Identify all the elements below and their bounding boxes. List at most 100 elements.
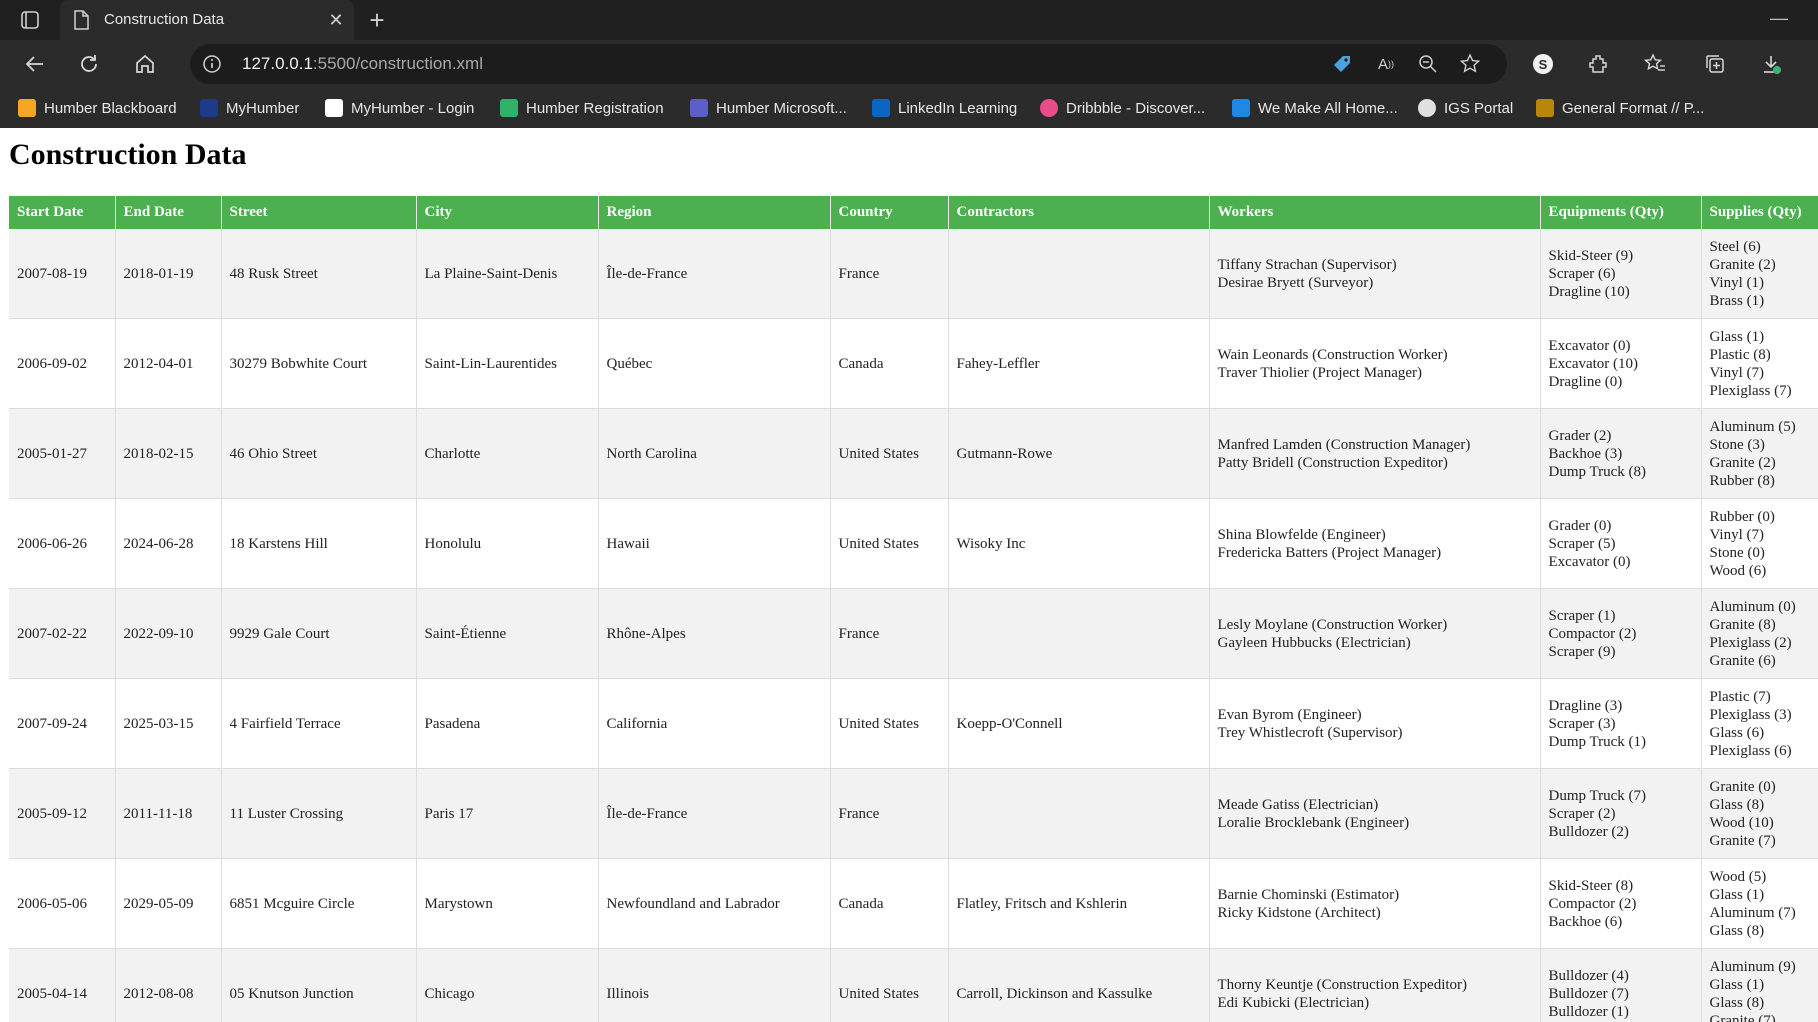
header-contractors: Contractors [948,196,1210,229]
new-tab-button[interactable]: + [362,5,392,35]
tab-active[interactable]: Construction Data ✕ [60,0,354,40]
workers-cell: Lesly Moylane (Construction Worker) Gayle… [1209,588,1541,679]
header-region: Region [598,196,831,229]
teams-favicon-icon [690,99,708,117]
bookmark-dribbble[interactable]: Dribbble - Discover... [1040,96,1205,120]
url-path: :5500/construction.xml [312,54,483,73]
info-icon[interactable] [202,54,222,74]
myhumber-favicon-icon [200,99,218,117]
equipments-item: Skid-Steer (8) [1548,877,1634,894]
contractors-cell: Gutmann-Rowe [948,408,1210,499]
start-date-cell: 2007-08-19 [9,229,116,319]
extensions-icon[interactable] [1584,49,1614,79]
equipments-item: Compactor (2) [1548,625,1637,642]
bookmark-label: MyHumber [226,99,300,117]
collections-icon[interactable] [1700,49,1730,79]
close-tab-icon[interactable]: ✕ [324,8,348,32]
tab-actions-icon[interactable] [14,6,46,34]
contractors-cell: Carroll, Dickinson and Kassulke [948,948,1210,1022]
supplies-item: Glass (1) [1709,328,1765,345]
supplies-item: Vinyl (7) [1709,364,1765,381]
equipments-item: Scraper (1) [1548,607,1616,624]
bookmark-linkedin-learning[interactable]: LinkedIn Learning [872,96,1017,120]
svg-text:S: S [1539,57,1548,72]
country-cell: United States [830,498,949,589]
supplies-item: Glass (6) [1709,724,1765,741]
street-cell: 48 Rusk Street [221,229,417,319]
home-icon[interactable] [130,49,160,79]
supplies-item: Stone (0) [1709,544,1765,561]
tab-strip: Construction Data ✕ + — [0,0,1818,40]
supplies-item: Glass (8) [1709,994,1765,1011]
contractors-cell: Koepp-O'Connell [948,678,1210,769]
end-date-cell: 2022-09-10 [115,588,222,679]
favorites-icon[interactable] [1640,49,1670,79]
country-cell: France [830,229,949,319]
bookmark-we-make-all-home[interactable]: We Make All Home... [1232,96,1398,120]
street-cell: 11 Luster Crossing [221,768,417,859]
contractors-cell [948,768,1210,859]
end-date-cell: 2018-02-15 [115,408,222,499]
refresh-icon[interactable] [74,49,104,79]
workers-cell: Evan Byrom (Engineer) Trey Whistlecroft (… [1209,678,1541,769]
city-cell: La Plaine-Saint-Denis [416,229,599,319]
supplies-item: Glass (8) [1709,922,1765,939]
equipments-item: Bulldozer (4) [1548,967,1629,984]
city-cell: Chicago [416,948,599,1022]
city-cell: Charlotte [416,408,599,499]
bookmark-myhumber[interactable]: MyHumber [200,96,299,120]
workers-item: Gayleen Hubbucks (Electrician) [1217,634,1411,651]
workers-item: Trey Whistlecroft (Supervisor) [1217,724,1403,741]
bookmark-humber-microsoft[interactable]: Humber Microsoft... [690,96,847,120]
page-icon [72,10,90,30]
bookmark-igs-portal[interactable]: IGS Portal [1418,96,1513,120]
start-date-cell: 2006-06-26 [9,498,116,589]
supplies-item: Granite (2) [1709,454,1776,471]
equipments-item: Dump Truck (1) [1548,733,1647,750]
start-date-cell: 2005-01-27 [9,408,116,499]
back-icon[interactable] [20,49,50,79]
profile-s-icon[interactable]: S [1528,49,1558,79]
address-bar[interactable]: 127.0.0.1:5500/construction.xml A)) [190,44,1507,84]
workers-item: Patty Bridell (Construction Expeditor) [1217,454,1448,471]
url-text[interactable]: 127.0.0.1:5500/construction.xml [242,54,483,74]
downloads-icon[interactable] [1756,49,1786,79]
table-row: 2005-01-27 2018-02-15 46 Ohio Street Charlo… [9,408,1818,499]
header-city: City [416,196,599,229]
bookmark-humber-blackboard[interactable]: Humber Blackboard [18,96,177,120]
bookmark-label: Humber Blackboard [44,99,177,117]
supplies-item: Brass (1) [1709,292,1765,309]
equipments-item: Dump Truck (8) [1548,463,1647,480]
equipments-cell: Grader (2) Backhoe (3) Dump Truck (8) [1540,408,1702,499]
equipments-item: Excavator (0) [1548,553,1631,570]
end-date-cell: 2012-04-01 [115,318,222,409]
header-supplies: Supplies (Qty) [1701,196,1818,229]
read-aloud-icon[interactable]: A)) [1374,53,1398,75]
table-row: 2007-02-22 2022-09-10 9929 Gale Court Saint… [9,588,1818,679]
contractors-cell: Flatley, Fritsch and Kshlerin [948,858,1210,949]
minimize-icon[interactable]: — [1764,8,1794,32]
end-date-cell: 2024-06-28 [115,498,222,589]
add-favorite-icon[interactable] [1458,53,1482,75]
supplies-cell: Aluminum (0) Granite (8) Plexiglass (2) Gra… [1701,588,1818,679]
country-cell: United States [830,678,949,769]
region-cell: North Carolina [598,408,831,499]
equipments-cell: Bulldozer (4) Bulldozer (7) Bulldozer (1) [1540,948,1702,1022]
workers-cell: Shina Blowfelde (Engineer) Fredericka Bat… [1209,498,1541,589]
street-cell: 30279 Bobwhite Court [221,318,417,409]
equipments-item: Excavator (0) [1548,337,1631,354]
bookmark-humber-registration[interactable]: Humber Registration [500,96,664,120]
end-date-cell: 2025-03-15 [115,678,222,769]
shopping-tag-icon[interactable] [1330,53,1354,75]
igs-portal-favicon-icon [1418,99,1436,117]
zoom-out-icon[interactable] [1416,53,1440,75]
bookmark-general-format[interactable]: General Format // P... [1536,96,1704,120]
end-date-cell: 2018-01-19 [115,229,222,319]
workers-item: Desirae Bryett (Surveyor) [1217,274,1374,291]
supplies-item: Granite (0) [1709,778,1776,795]
contractors-cell [948,229,1210,319]
table-row: 2005-09-12 2011-11-18 11 Luster Crossing Pa… [9,768,1818,859]
workers-item: Ricky Kidstone (Architect) [1217,904,1381,921]
bookmark-myhumber-login[interactable]: MyHumber - Login [325,96,474,120]
contractors-cell: Fahey-Leffler [948,318,1210,409]
